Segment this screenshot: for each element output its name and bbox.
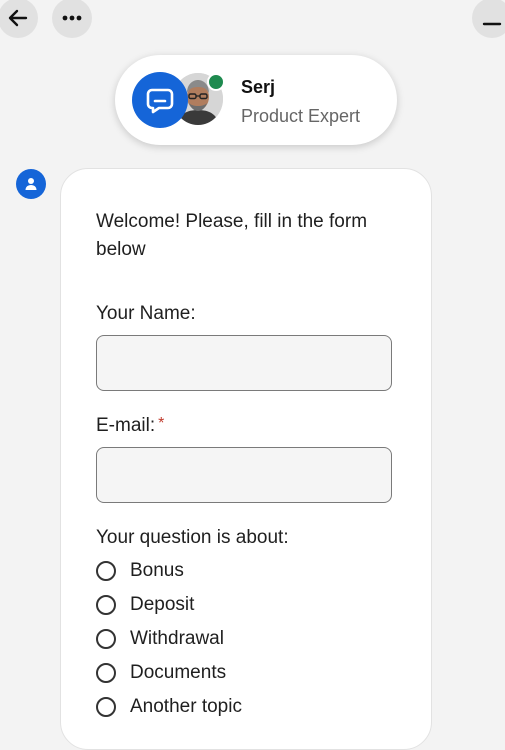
agent-name: Serj	[241, 77, 276, 97]
topic-option-label: Documents	[130, 662, 227, 683]
user-icon	[25, 178, 37, 190]
minimize-icon	[482, 22, 502, 26]
required-mark: *	[158, 415, 165, 432]
email-input[interactable]	[96, 447, 392, 503]
radio-button[interactable]	[96, 595, 116, 615]
bot-avatar	[16, 169, 46, 199]
chat-logo	[132, 72, 188, 128]
topic-option-label: Bonus	[130, 560, 184, 581]
agent-card: Serj Product Expert	[115, 55, 397, 145]
minimize-button[interactable]	[472, 0, 505, 38]
more-horizontal-icon	[62, 15, 82, 21]
topic-option-another[interactable]: Another topic	[96, 696, 242, 718]
back-button[interactable]	[0, 0, 38, 38]
topic-option-documents[interactable]: Documents	[96, 662, 226, 684]
topic-option-bonus[interactable]: Bonus	[96, 560, 184, 582]
chat-bubble-icon	[146, 88, 174, 114]
radio-button[interactable]	[96, 629, 116, 649]
arrow-left-icon	[8, 9, 28, 27]
email-label: E-mail:	[96, 415, 156, 436]
topic-option-label: Withdrawal	[130, 628, 224, 649]
radio-button[interactable]	[96, 697, 116, 717]
radio-button[interactable]	[96, 663, 116, 683]
topic-option-deposit[interactable]: Deposit	[96, 594, 194, 616]
topic-option-label: Another topic	[130, 696, 242, 717]
agent-role: Product Expert	[241, 106, 361, 126]
topic-option-withdrawal[interactable]: Withdrawal	[96, 628, 224, 650]
more-options-button[interactable]	[52, 0, 92, 38]
radio-button[interactable]	[96, 561, 116, 581]
welcome-message: Welcome! Please, fill in the form below	[96, 211, 368, 260]
contact-form-card: Welcome! Please, fill in the form below …	[60, 168, 432, 750]
online-status-dot	[207, 73, 225, 91]
topic-option-label: Deposit	[130, 594, 195, 615]
topic-label: Your question is about:	[96, 527, 289, 548]
name-input[interactable]	[96, 335, 392, 391]
name-label: Your Name:	[96, 303, 196, 324]
email-label-row: E-mail: *	[96, 415, 164, 437]
